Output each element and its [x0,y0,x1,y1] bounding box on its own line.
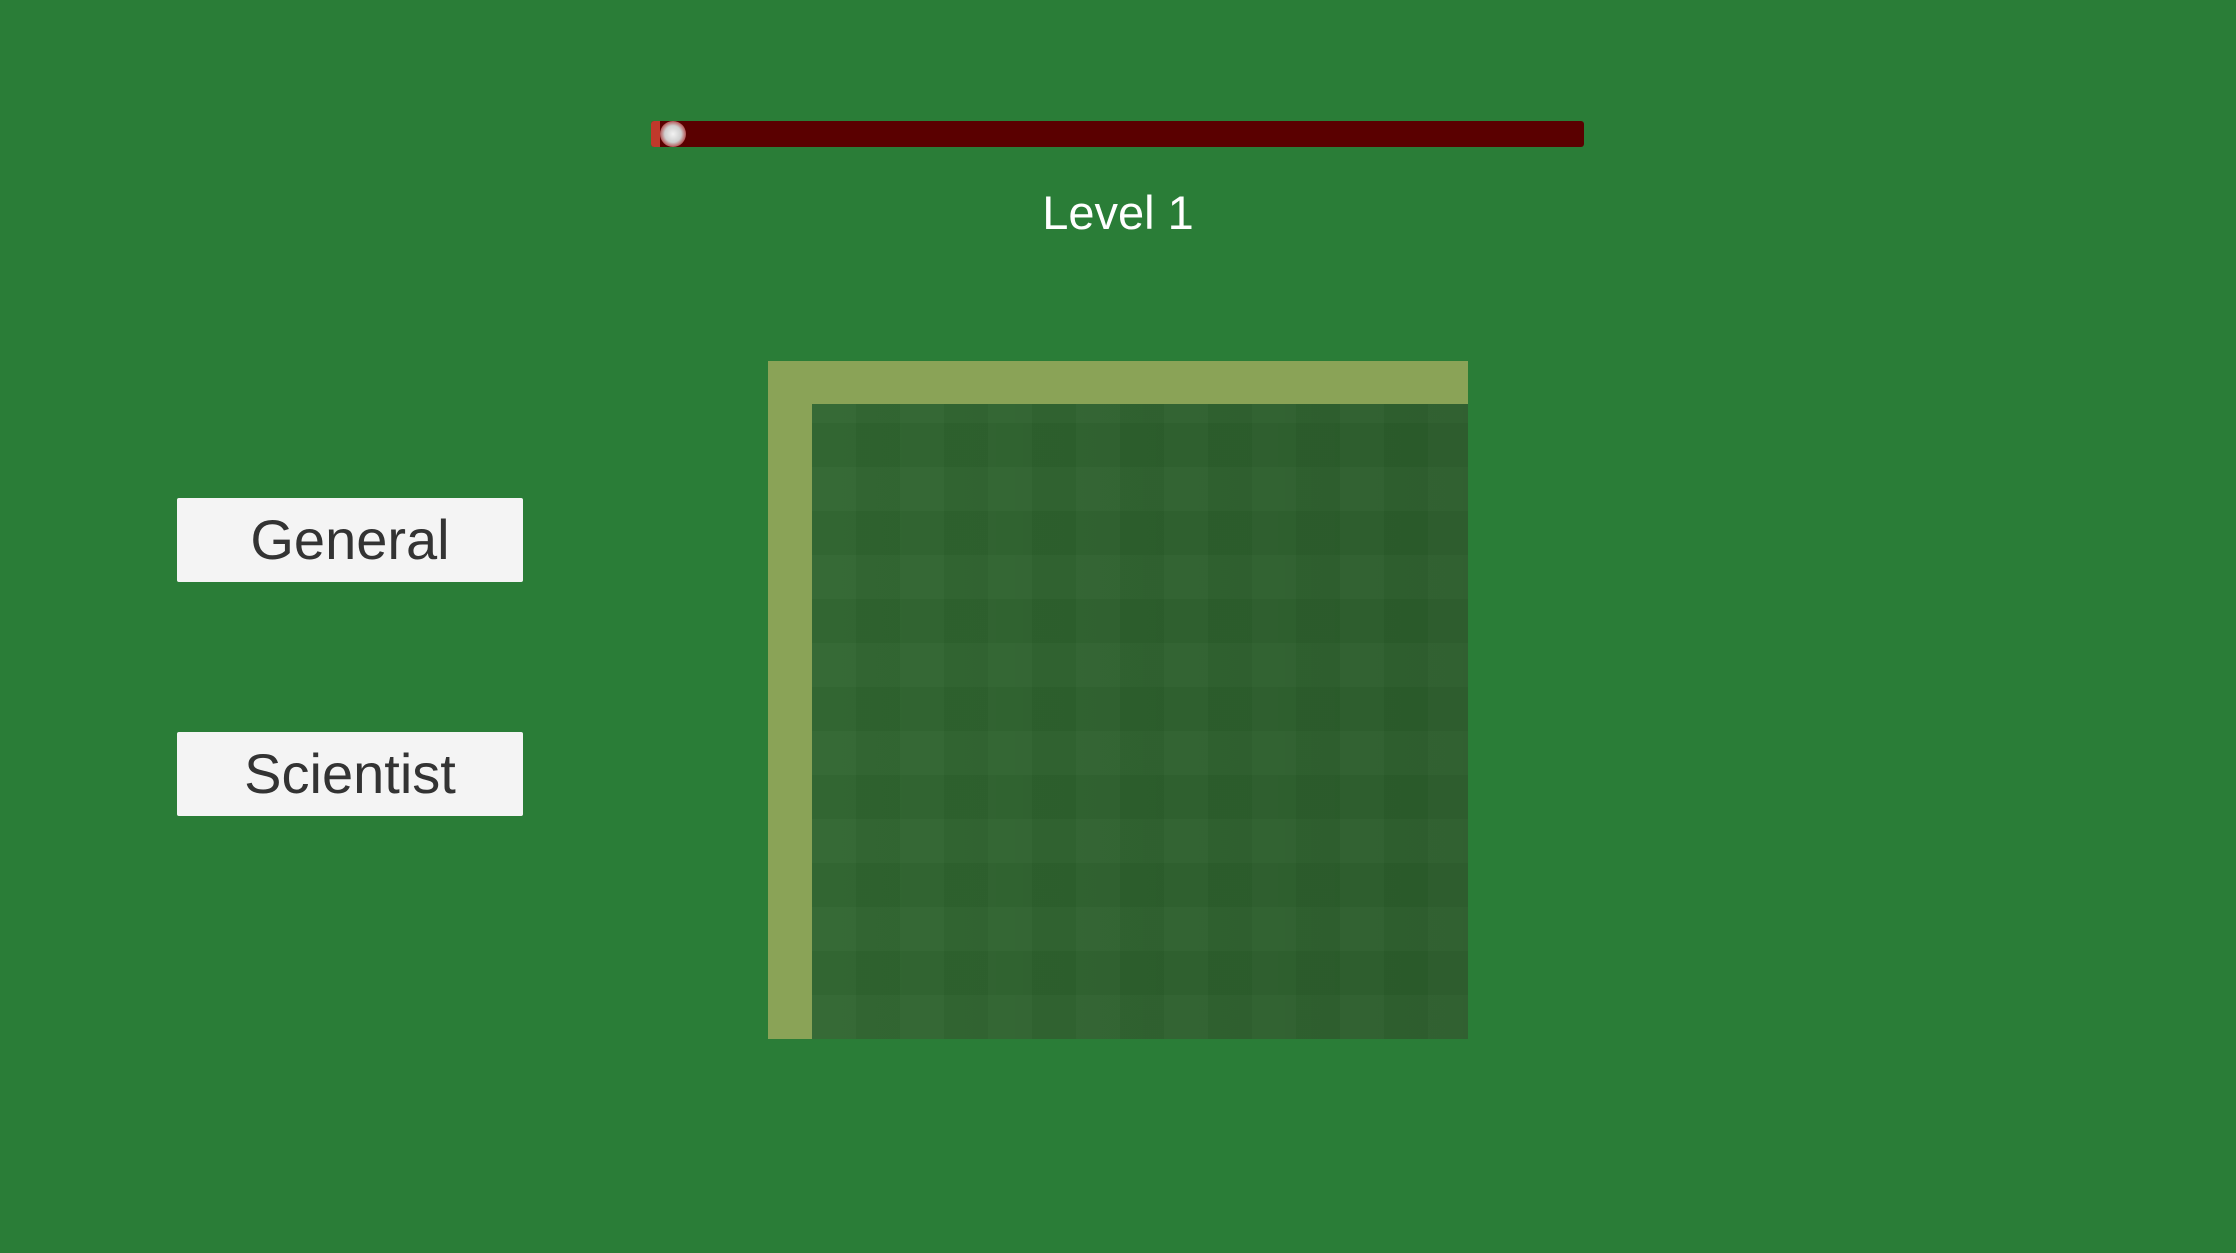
menu-panel [768,361,1468,1039]
level-title: Level 1 [1042,186,1194,239]
menu-panel-inner [812,404,1468,1039]
progress-fill [651,121,661,147]
general-button[interactable]: General [177,498,523,582]
game-screen: Level 1 General Scientist [0,0,2236,1253]
progress-knob [660,121,687,147]
level-progress-bar [651,121,1584,147]
scientist-button[interactable]: Scientist [177,732,523,816]
